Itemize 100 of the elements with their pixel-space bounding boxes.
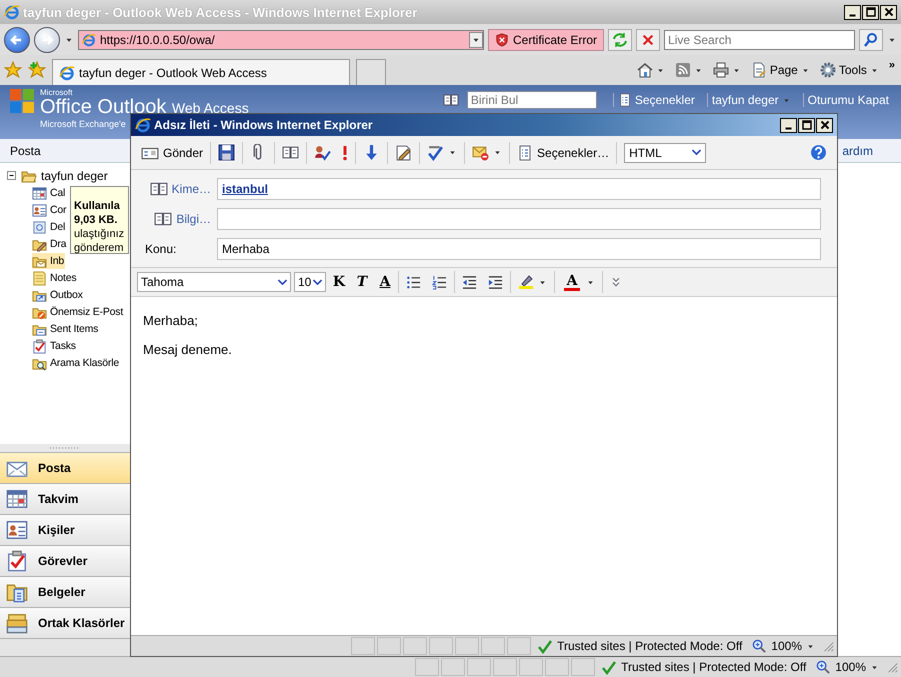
- list-icon: [618, 93, 632, 107]
- search-button[interactable]: [859, 28, 883, 50]
- folder-item[interactable]: Del: [32, 219, 66, 235]
- folder-item[interactable]: Önemsiz E-Post: [32, 304, 124, 320]
- status-segment: [507, 637, 532, 655]
- close-icon: [818, 119, 830, 131]
- printer-icon: [712, 62, 729, 78]
- logout-link[interactable]: Oturumu Kapat: [802, 93, 893, 107]
- maximize-button[interactable]: [862, 4, 879, 20]
- stop-button[interactable]: [636, 28, 660, 50]
- status-segment: [429, 637, 454, 655]
- refresh-button[interactable]: [608, 28, 632, 50]
- nav-button[interactable]: Takvim: [0, 483, 130, 514]
- folder-item[interactable]: Arama Klasörle: [32, 355, 120, 371]
- refresh-icon: [612, 32, 628, 48]
- folder-item[interactable]: Dra: [32, 236, 68, 252]
- folder-item[interactable]: Cal: [32, 185, 66, 201]
- window-title: tayfun deger - Outlook Web Access - Windows Internet Explorer: [23, 4, 418, 20]
- close-button[interactable]: [880, 4, 897, 20]
- double-chevron-icon: [610, 276, 622, 288]
- address-dropdown-button[interactable]: [469, 32, 483, 48]
- splitter-handle[interactable]: [0, 444, 130, 452]
- status-segment: [441, 658, 466, 676]
- contact-card-icon: [6, 519, 28, 541]
- search-field[interactable]: Live Search: [664, 30, 855, 50]
- folder-item[interactable]: Inb: [32, 253, 65, 269]
- options-link[interactable]: Seçenekler: [612, 93, 699, 107]
- folder-item[interactable]: Tasks: [32, 338, 77, 354]
- size-dropdown[interactable]: 10: [294, 272, 326, 292]
- italic-button[interactable]: T: [352, 271, 372, 293]
- nav-button[interactable]: Kişiler: [0, 514, 130, 545]
- brand-caption: Microsoft: [40, 89, 72, 97]
- close-button[interactable]: [816, 118, 833, 132]
- address-book-icon: [150, 180, 168, 198]
- to-button[interactable]: Kime…: [135, 180, 211, 198]
- tooltip-text: ulaştığınız: [74, 227, 126, 241]
- options-button[interactable]: Seçenekler…: [513, 140, 614, 164]
- user-menu[interactable]: tayfun deger: [706, 93, 795, 107]
- message-text: Merhaba;: [143, 313, 199, 328]
- check-icon: [537, 638, 554, 654]
- check-icon: [601, 659, 618, 675]
- to-field[interactable]: istanbul: [217, 178, 821, 200]
- font-color-button[interactable]: A: [558, 270, 599, 294]
- folder-item[interactable]: Sent Items: [32, 321, 100, 337]
- address-field[interactable]: https://10.0.0.50/owa/: [78, 30, 484, 50]
- minimize-button[interactable]: [780, 118, 797, 132]
- folder-item[interactable]: Outbox: [32, 287, 84, 303]
- minimize-button[interactable]: [844, 4, 861, 20]
- format-dropdown[interactable]: HTML: [624, 142, 706, 162]
- nav-button[interactable]: Posta: [0, 452, 130, 483]
- nav-button[interactable]: Görevler: [0, 545, 130, 576]
- nav-button[interactable]: Ortak Klasörler: [0, 607, 130, 638]
- forward-button[interactable]: [34, 26, 60, 52]
- font-dropdown[interactable]: Tahoma: [137, 272, 291, 292]
- cc-field[interactable]: [217, 208, 821, 230]
- zoom-icon: [752, 638, 768, 654]
- find-person-field[interactable]: Birini Bul: [466, 91, 597, 109]
- folder-item[interactable]: Notes: [32, 270, 78, 286]
- checkmark-icon: [427, 144, 444, 161]
- folder-item[interactable]: Cor: [32, 202, 68, 218]
- back-button[interactable]: [4, 26, 30, 52]
- page-icon: [82, 32, 96, 46]
- nav-button[interactable]: Belgeler: [0, 576, 130, 607]
- product-name: Office Outlook Web Access: [40, 97, 249, 117]
- help-icon: [810, 144, 827, 161]
- minimize-icon: [849, 14, 856, 16]
- zoom-button[interactable]: 100%: [812, 660, 883, 674]
- home-icon: [636, 62, 653, 78]
- certificate-error-button[interactable]: Certificate Error: [488, 28, 604, 50]
- cc-button[interactable]: Bilgi…: [135, 210, 211, 228]
- recipient-link[interactable]: istanbul: [222, 182, 268, 196]
- browser-logo-icon: [4, 4, 20, 20]
- maximize-button[interactable]: [798, 118, 815, 132]
- address-book-icon: [154, 210, 172, 228]
- status-segment: [403, 637, 428, 655]
- subject-field[interactable]: Merhaba: [217, 238, 821, 260]
- send-button[interactable]: Gönder: [137, 140, 208, 164]
- tools-menu[interactable]: Tools: [818, 62, 881, 78]
- collapse-icon[interactable]: [6, 170, 17, 181]
- indent-icon: [488, 274, 503, 290]
- pencil-page-icon: [395, 144, 412, 161]
- more-commands-button[interactable]: »: [886, 59, 897, 71]
- browser-logo-icon: [135, 117, 151, 133]
- address-book-icon: [442, 92, 459, 108]
- pane-title: Posta: [0, 139, 130, 163]
- zoom-button[interactable]: 100%: [748, 638, 819, 654]
- underline-button[interactable]: A: [375, 271, 395, 293]
- bold-button[interactable]: K: [329, 271, 349, 293]
- page-menu[interactable]: Page: [748, 62, 812, 78]
- zone-text: Trusted sites | Protected Mode: Off: [557, 639, 742, 653]
- calendar-icon: [6, 488, 28, 510]
- status-segment: [545, 658, 570, 676]
- notepad-icon: [32, 270, 47, 286]
- browser-tab[interactable]: tayfun deger - Outlook Web Access: [52, 59, 350, 85]
- message-text: Mesaj deneme.: [143, 342, 233, 357]
- status-segment: [519, 658, 544, 676]
- help-link[interactable]: ardım: [842, 144, 873, 158]
- status-segment: [571, 658, 596, 676]
- stop-icon: [641, 32, 656, 46]
- folder-label[interactable]: tayfun deger: [41, 168, 108, 182]
